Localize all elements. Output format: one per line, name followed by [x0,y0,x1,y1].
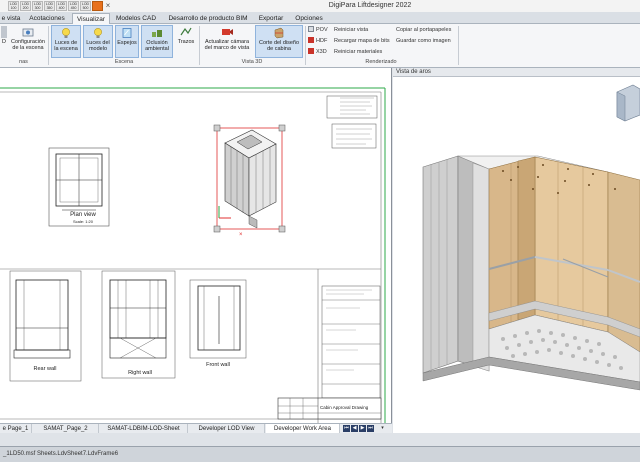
window-gap [0,433,640,446]
corte-line2: de cabina [267,46,291,52]
view-cube[interactable] [616,84,640,122]
pov-button[interactable]: POV [308,26,328,35]
luces-escena-line2: la escena [54,46,78,52]
drawing-sheet-pane[interactable]: × Plan view Scale: 1:20 Rear wall Right … [0,68,392,433]
plan-view-scale: Scale: 1:20 [72,219,93,224]
pov-label: POV [316,27,328,33]
3d-canvas [422,84,640,391]
pov-icon [308,26,314,32]
scene-settings-icon [22,28,34,37]
actualizar-camara-button[interactable]: Actualizar cámara del marco de vista [201,25,253,58]
title-bar: LOD 100 LOD 200 LOD 300 LOD 350 LOD 400 … [0,0,640,12]
rear-wall-drawing [9,270,82,382]
luces-escena-button[interactable]: Luces de la escena [51,25,81,58]
right-wall-drawing [101,270,176,379]
status-text: _1LD50.msf Sheets.LdvSheet7.LdvFrame6 [3,451,119,457]
status-bar: _1LD50.msf Sheets.LdvSheet7.LdvFrame6 [0,446,640,462]
configuracion-escena-button[interactable]: Configuración de la escena [9,25,47,58]
mirror-icon [122,28,132,38]
first-sheet-icon[interactable]: ⏮ [343,425,350,432]
group-label-escena: Escena [114,59,134,65]
oclusion-ambiental-button[interactable]: Oclusión ambiental [141,25,173,58]
luces-modelo-button[interactable]: Luces del modelo [83,25,113,58]
espejos-button[interactable]: Espejos [115,25,139,58]
rear-wall-label: Rear wall [33,366,57,372]
ribbon-divider [458,26,459,65]
model-bulb-icon [94,28,102,38]
configuracion-line2: de la escena [12,45,44,51]
right-wall-label: Right wall [128,370,152,376]
info-tables [326,95,378,149]
tab-opciones[interactable]: Opciones [292,13,326,24]
tab-visualizar[interactable]: Visualizar [72,13,110,24]
actualizar-line2: del marco de vista [204,45,250,51]
selected-cabin-preview[interactable]: × [213,124,286,238]
tab-modelos-cad[interactable]: Modelos CAD [112,13,160,24]
group-label-vista3d: Vista 3D [241,59,263,65]
bulb-icon [62,28,70,38]
plan-view-label: Plan view [70,212,96,218]
tab-desarrollo-bim[interactable]: Desarrollo de producto BIM [165,13,251,24]
front-wall-label: Front wall [206,362,230,368]
reiniciar-vista-button[interactable]: Reiniciar vista [334,26,368,35]
luces-modelo-line2: modelo [88,46,108,52]
3d-view-pane[interactable]: Vista de aros [393,68,640,433]
tab-exportar[interactable]: Exportar [254,13,288,24]
ribbon: D Configuración de la escena nas Luces d… [0,24,640,68]
cabin-cut-icon [274,27,284,39]
sheet-tab-bar: e Page_1 SAMAT_Page_2 SAMAT-LDBIM-LOD-Sh… [0,423,392,434]
tab-acotaciones[interactable]: Acotaciones [24,13,70,24]
hdf-label: HDF [316,38,328,44]
title-block-text: Cabin Approval Drawing [320,405,369,410]
ribbon-divider [48,26,49,65]
prev-sheet-icon[interactable]: ◀ [351,425,358,432]
svg-text:×: × [239,232,243,238]
trazos-label: Trazos [177,39,195,45]
reiniciar-materiales-button[interactable]: Reiniciar materiales [334,48,382,57]
escenas-partial-button[interactable]: D [0,25,8,58]
oclusion-line2: ambiental [145,46,169,52]
hdf-icon [308,37,314,43]
guardar-imagen-button[interactable]: Guardar como imagen [396,37,451,46]
tab-vista[interactable]: e vista [0,13,22,24]
last-sheet-icon[interactable]: ⏭ [367,425,374,432]
window-title: DigiPara Liftdesigner 2022 [328,2,412,9]
spec-table [321,285,381,399]
ribbon-tab-bar: e vista Acotaciones Visualizar Modelos C… [0,12,640,24]
group-label-escenas: nas [19,59,28,65]
escenas-partial-label: D [2,39,6,45]
trazos-button[interactable]: Trazos [175,25,197,58]
recargar-mapa-button[interactable]: Recargar mapa de bits [334,37,390,46]
sheet-menu-icon[interactable]: ▾ [379,425,386,432]
copiar-portapapeles-button[interactable]: Copiar al portapapeles [396,26,451,35]
3d-view-title: Vista de aros [393,68,640,77]
hdf-button[interactable]: HDF [308,37,327,46]
x3d-button[interactable]: X3D [308,48,327,57]
front-wall-drawing [189,279,247,359]
x3d-label: X3D [316,49,327,55]
x3d-icon [308,48,314,54]
next-sheet-icon[interactable]: ▶ [359,425,366,432]
camera-refresh-icon [222,29,233,35]
app-window: LOD 100 LOD 200 LOD 300 LOD 350 LOD 400 … [0,0,640,462]
corte-diseno-cabina-button[interactable]: Corte del diseño de cabina [255,25,303,58]
occlusion-icon [152,30,162,37]
group-label-renderizado: Renderizado [365,59,397,65]
strokes-icon [180,27,192,36]
espejos-label: Espejos [117,40,137,46]
